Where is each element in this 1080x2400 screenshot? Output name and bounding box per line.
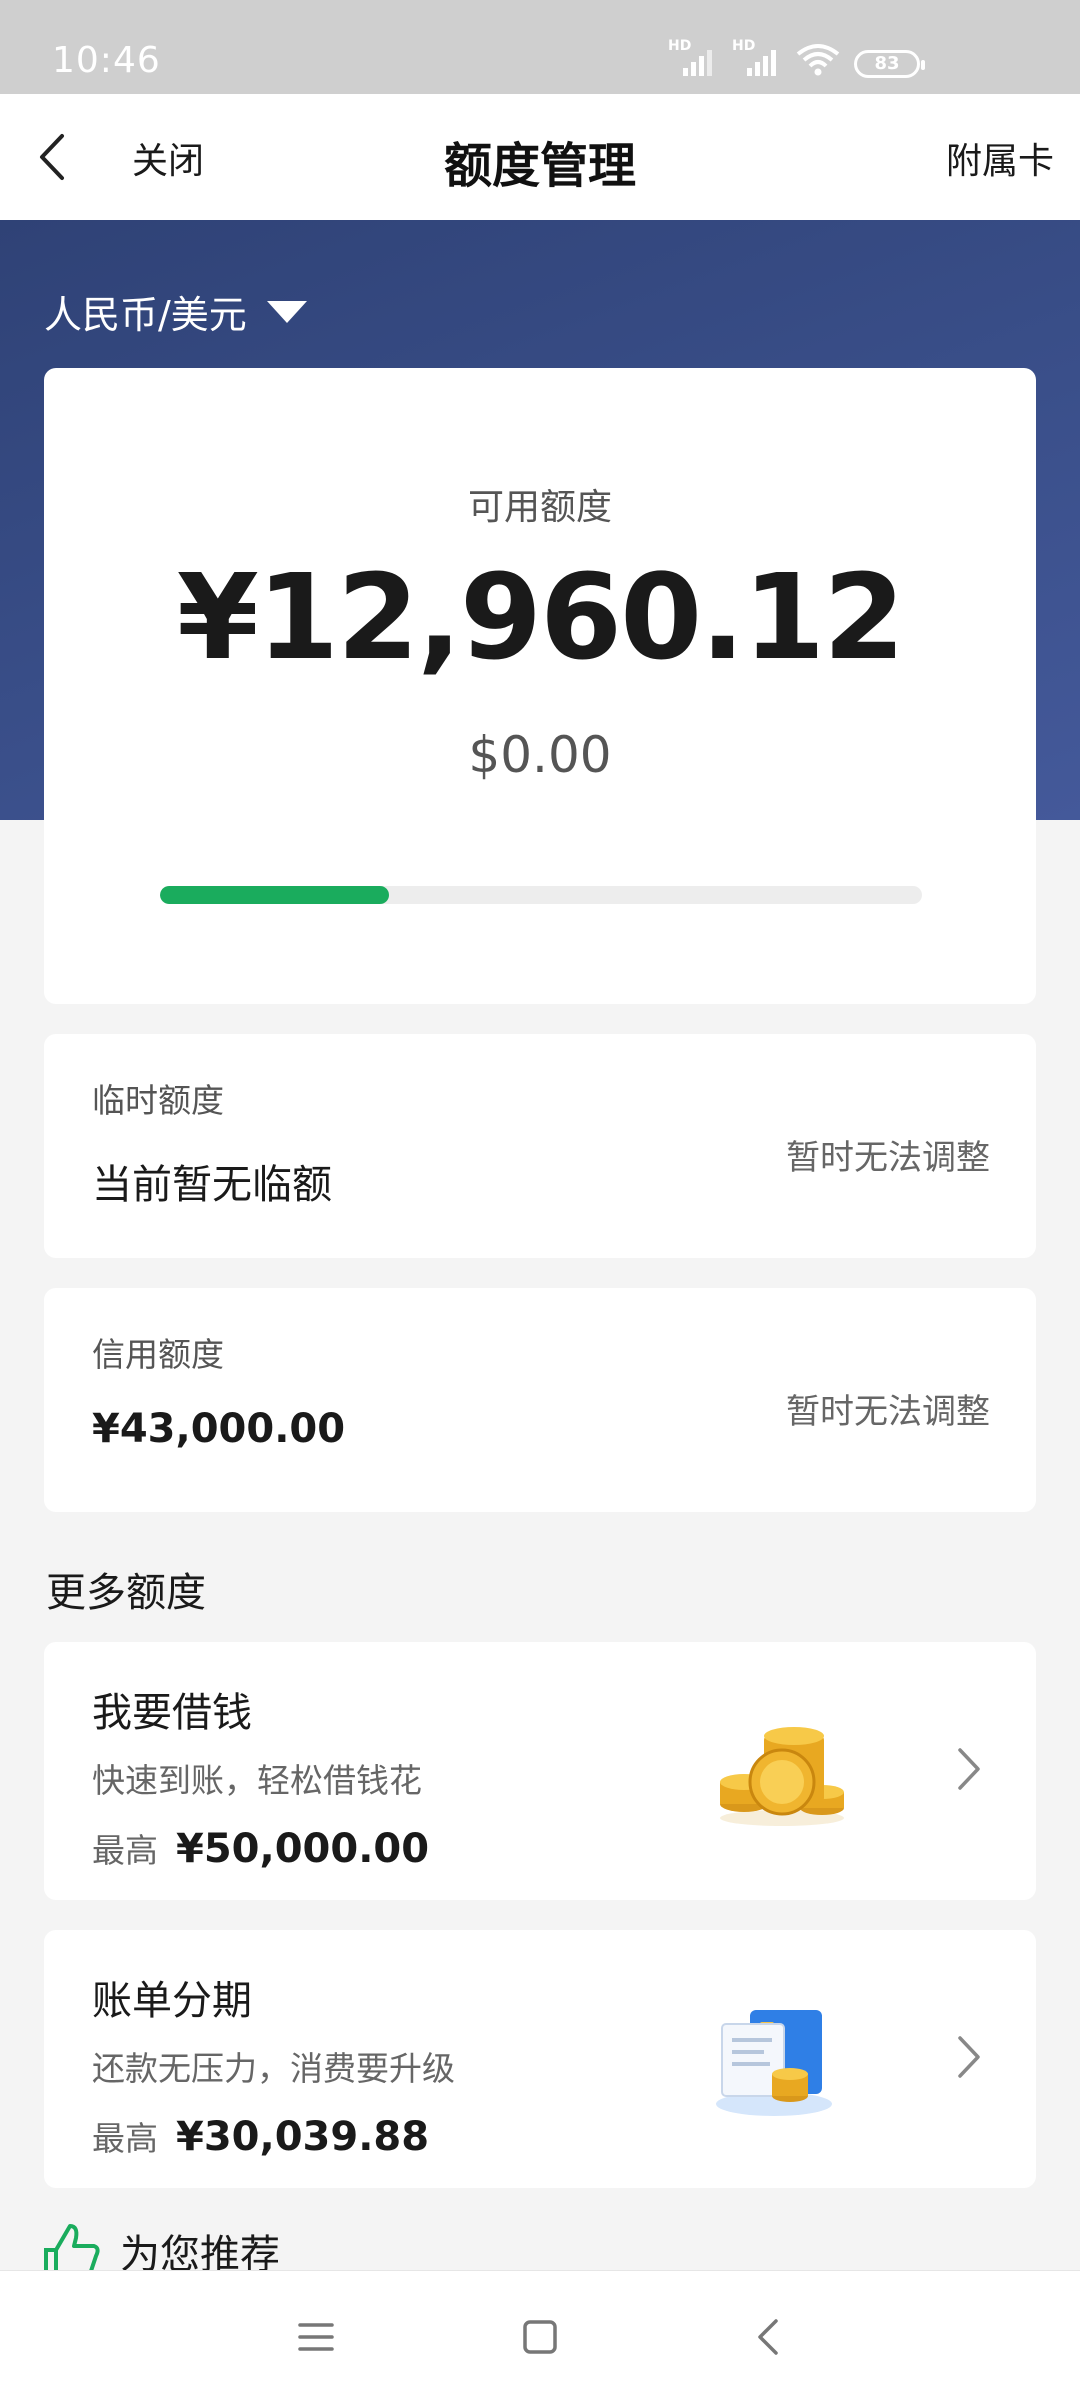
caret-down-icon: [266, 300, 307, 323]
available-limit-cny: ¥12,960.12: [176, 548, 906, 686]
nav-bar: 关闭 额度管理 附属卡: [0, 94, 1080, 220]
installment-limit: 最高 ¥30,039.88: [92, 2112, 429, 2160]
system-nav-bar: [0, 2270, 1080, 2400]
installment-promo-card[interactable]: 账单分期 还款无压力，消费要升级 最高 ¥30,039.88: [44, 1930, 1036, 2188]
wifi-icon: [796, 44, 840, 76]
page-title: 额度管理: [443, 138, 636, 194]
chevron-right-icon: [958, 2036, 980, 2078]
temporary-limit-card[interactable]: 临时额度 当前暂无临额 暂时无法调整: [44, 1034, 1036, 1258]
menu-icon[interactable]: [292, 2313, 340, 2361]
battery-icon: 83: [854, 50, 925, 78]
loan-desc: 快速到账，轻松借钱花: [92, 1761, 422, 1800]
temporary-limit-label: 临时额度: [92, 1081, 224, 1120]
currency-selector-label: 人民币/美元: [44, 293, 247, 337]
limit-progress-bar: [160, 886, 922, 904]
installment-limit-value: ¥30,039.88: [176, 2114, 430, 2160]
credit-limit-label: 信用额度: [92, 1335, 224, 1374]
signal-icon: HD: [668, 38, 712, 76]
bill-card-coins-icon: [716, 2010, 832, 2116]
gold-coins-icon: [720, 1727, 844, 1826]
available-limit-card: 可用额度 ¥12,960.12 $0.00: [44, 368, 1036, 1004]
temporary-limit-value: 当前暂无临额: [92, 1162, 332, 1208]
temporary-limit-action: 暂时无法调整: [786, 1138, 990, 1178]
loan-limit-label: 最高: [92, 1831, 158, 1870]
status-time: 10:46: [52, 40, 161, 81]
installment-limit-label: 最高: [92, 2119, 158, 2158]
credit-limit-action: 暂时无法调整: [786, 1392, 990, 1432]
status-bar: 10:46 HD HD 83: [0, 0, 1080, 94]
back-icon[interactable]: [746, 2313, 794, 2361]
more-limits-heading: 更多额度: [46, 1570, 206, 1616]
back-chevron-icon[interactable]: [30, 130, 74, 184]
currency-selector[interactable]: 人民币/美元: [44, 284, 307, 339]
credit-limit-value: ¥43,000.00: [92, 1406, 346, 1452]
signal-icon: HD: [732, 38, 776, 76]
loan-limit: 最高 ¥50,000.00: [92, 1824, 429, 1872]
status-icons: HD HD: [668, 38, 840, 76]
available-limit-label: 可用额度: [467, 487, 612, 528]
close-button[interactable]: 关闭: [132, 132, 204, 184]
credit-limit-card[interactable]: 信用额度 ¥43,000.00 暂时无法调整: [44, 1288, 1036, 1512]
loan-promo-card[interactable]: 我要借钱 快速到账，轻松借钱花 最高 ¥50,000.00: [44, 1642, 1036, 1900]
loan-title: 我要借钱: [92, 1690, 252, 1736]
supplementary-card-button[interactable]: 附属卡: [946, 132, 1054, 184]
home-icon[interactable]: [516, 2313, 564, 2361]
installment-desc: 还款无压力，消费要升级: [92, 2049, 455, 2088]
available-limit-usd: $0.00: [468, 726, 612, 784]
installment-title: 账单分期: [92, 1978, 252, 2024]
loan-limit-value: ¥50,000.00: [176, 1826, 430, 1872]
limit-progress-fill: [160, 886, 389, 904]
chevron-right-icon: [958, 1748, 980, 1790]
